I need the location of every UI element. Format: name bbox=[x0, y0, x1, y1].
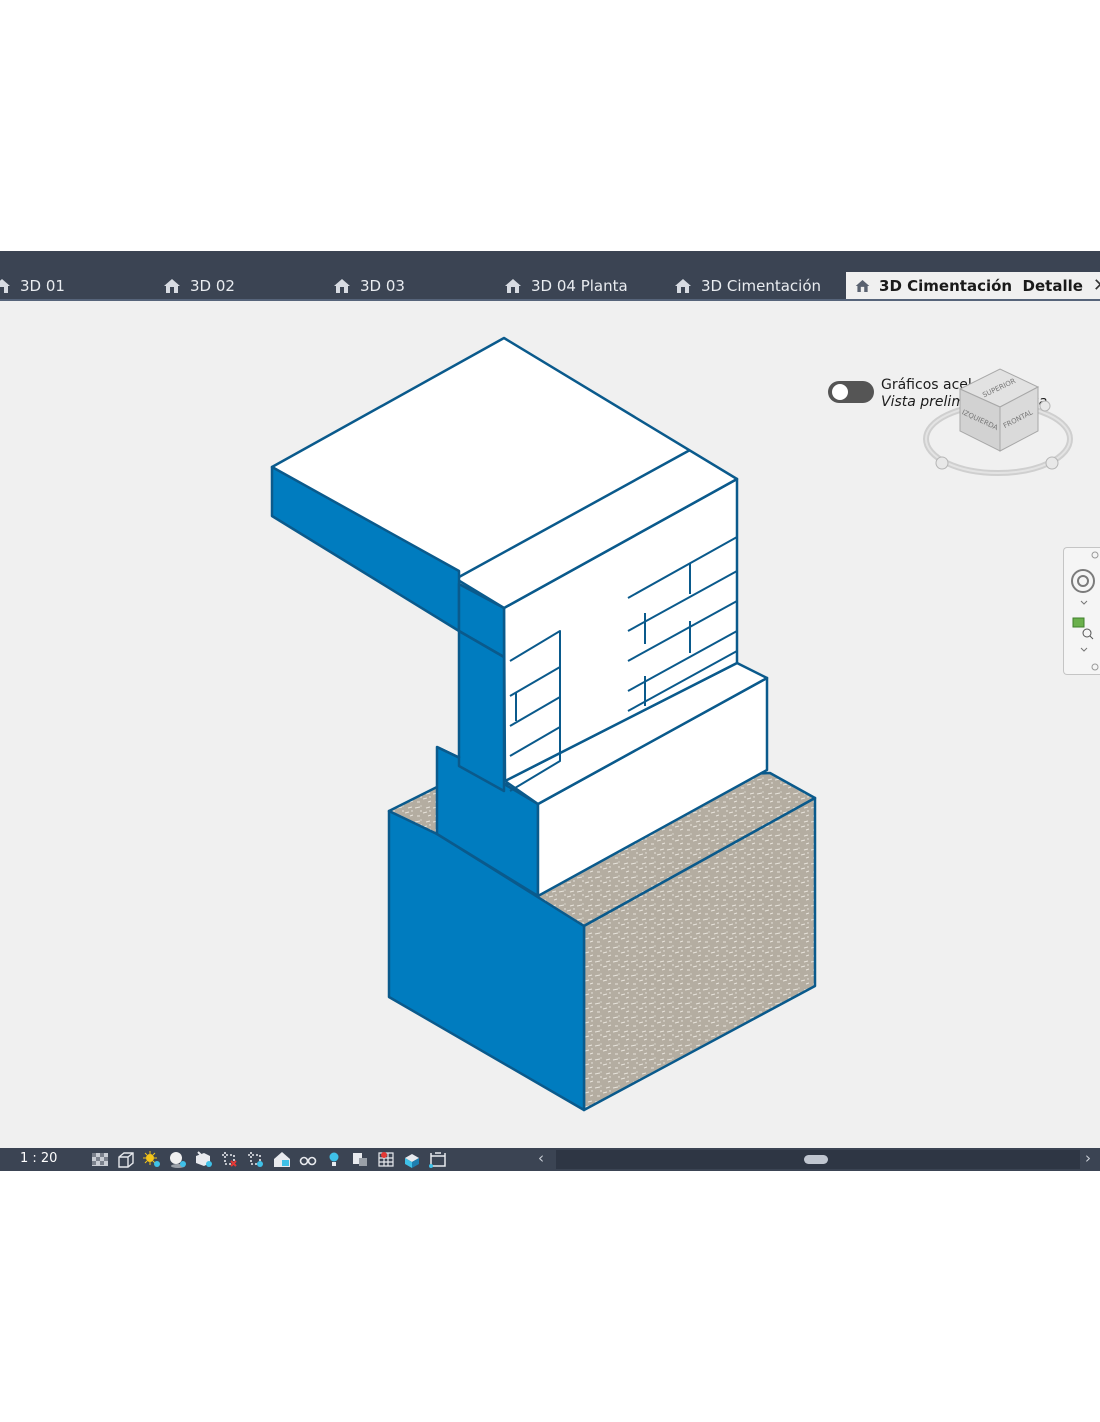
house-icon bbox=[505, 278, 521, 293]
house-icon bbox=[334, 278, 350, 293]
scroll-left-icon[interactable]: ‹ bbox=[538, 1149, 544, 1167]
zoom-region-icon[interactable] bbox=[1072, 617, 1094, 640]
compass-marker-icon[interactable] bbox=[935, 456, 949, 470]
window-title-bar bbox=[0, 251, 1100, 272]
crop-view-icon[interactable] bbox=[220, 1150, 240, 1169]
tab-label: 3D 01 bbox=[20, 276, 65, 295]
chevron-down-icon[interactable] bbox=[1080, 600, 1088, 605]
section-box-icon[interactable] bbox=[428, 1150, 448, 1169]
accelerated-graphics-toggle-wrap bbox=[828, 381, 874, 403]
tab-label: 3D 03 bbox=[360, 276, 405, 295]
accelerated-graphics-toggle[interactable] bbox=[828, 381, 874, 403]
close-navbar-icon[interactable] bbox=[1091, 551, 1099, 559]
3d-viewport[interactable]: Gráficos acelerados Vista preliminar téc… bbox=[0, 301, 1100, 1148]
house-icon bbox=[675, 278, 691, 293]
compass-marker-icon[interactable] bbox=[1045, 456, 1059, 470]
navigation-bar bbox=[1063, 547, 1100, 675]
view-control-bar: 1 : 20 ‹ › bbox=[0, 1148, 1100, 1171]
tab-label: 3D 02 bbox=[190, 276, 235, 295]
sun-path-icon[interactable] bbox=[142, 1150, 162, 1169]
tab-label: 3D Cimentación bbox=[701, 276, 822, 295]
view-tab-bar: 3D 01 3D 02 3D 03 3D 04 Planta 3D Ciment… bbox=[0, 272, 1100, 301]
compass-marker-icon[interactable] bbox=[1039, 400, 1051, 412]
tab-label: 3D Cimentación Detalle bbox=[879, 276, 1083, 295]
worksharing-icon[interactable] bbox=[350, 1150, 370, 1169]
tab-3d-cimentacion[interactable]: 3D Cimentación bbox=[673, 272, 821, 299]
scale-value[interactable]: 1 : 20 bbox=[20, 1151, 57, 1166]
unlock-3d-icon[interactable] bbox=[272, 1150, 292, 1169]
display-constraints-icon[interactable] bbox=[376, 1150, 396, 1169]
view-control-icons bbox=[90, 1150, 448, 1169]
detail-level-icon[interactable] bbox=[90, 1150, 110, 1169]
tab-3d-01[interactable]: 3D 01 bbox=[0, 272, 65, 299]
crop-region-icon[interactable] bbox=[246, 1150, 266, 1169]
tab-3d-03[interactable]: 3D 03 bbox=[332, 272, 405, 299]
shadows-icon[interactable] bbox=[168, 1150, 188, 1169]
close-icon[interactable]: ✕ bbox=[1093, 275, 1100, 296]
reveal-hidden-icon[interactable] bbox=[324, 1150, 344, 1169]
viewcube[interactable]: SUPERIOR IZQUIERDA FRONTAL bbox=[920, 359, 1080, 479]
tab-3d-04-planta[interactable]: 3D 04 Planta bbox=[503, 272, 628, 299]
house-icon bbox=[0, 278, 10, 293]
visual-style-icon[interactable] bbox=[116, 1150, 136, 1169]
tab-3d-cimentacion-detalle[interactable]: 3D Cimentación Detalle ✕ bbox=[846, 272, 1100, 299]
tab-3d-02[interactable]: 3D 02 bbox=[162, 272, 235, 299]
chevron-down-icon[interactable] bbox=[1080, 647, 1088, 652]
steering-wheel-icon[interactable] bbox=[1071, 569, 1095, 593]
house-icon bbox=[855, 279, 870, 292]
scroll-right-icon[interactable]: › bbox=[1085, 1149, 1091, 1167]
analytical-model-icon[interactable] bbox=[402, 1150, 422, 1169]
render-icon[interactable] bbox=[194, 1150, 214, 1169]
house-icon bbox=[164, 278, 180, 293]
options-icon[interactable] bbox=[1091, 663, 1099, 671]
temporary-hide-icon[interactable] bbox=[298, 1150, 318, 1169]
scrollbar-thumb[interactable] bbox=[804, 1155, 828, 1164]
revit-view-window: 3D 01 3D 02 3D 03 3D 04 Planta 3D Ciment… bbox=[0, 251, 1100, 1171]
tab-label: 3D 04 Planta bbox=[531, 276, 628, 295]
